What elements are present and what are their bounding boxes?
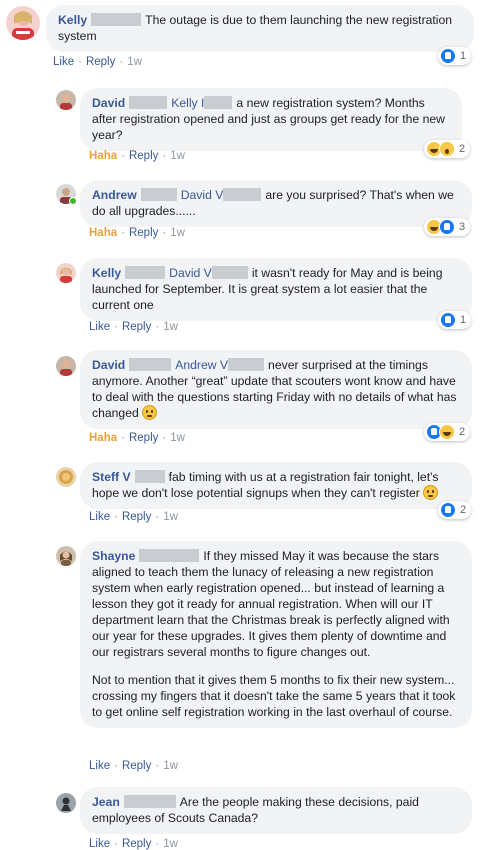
reaction-count: 2 [459,426,466,438]
redacted-name [125,266,166,279]
like-button[interactable]: Like [89,760,110,772]
haha-reaction-button[interactable]: Haha [89,150,117,162]
comment-bubble: David Andrew Vnever surprised at the timi… [80,350,472,429]
redacted-name [129,358,172,371]
grimace-emoji-icon [142,405,158,420]
avatar[interactable] [56,90,76,110]
reply-button[interactable]: Reply [129,150,158,162]
comment-bubble: Jean Are the people making these decision… [80,787,472,834]
comment-bubble: David Kelly Ia new registration system? M… [80,88,462,151]
avatar[interactable] [56,263,76,283]
comment-bubble: Kelly The outage is due to them launching… [46,5,474,52]
timestamp[interactable]: 1w [170,150,185,162]
redacted-name [123,795,176,808]
like-reaction-icon [440,312,456,328]
redacted-name [129,96,168,109]
haha-reaction-button[interactable]: Haha [89,432,117,444]
comment-actions: Like · Reply · 1w [89,511,178,523]
reaction-count: 1 [460,314,467,326]
reaction-summary[interactable]: 3 [424,218,471,236]
like-reaction-icon [440,502,456,518]
timestamp[interactable]: 1w [163,511,178,523]
comment-bubble: Kelly David Vit wasn't ready for May and … [80,258,472,321]
timestamp[interactable]: 1w [170,227,185,239]
reaction-count: 3 [459,221,466,233]
comment-author[interactable]: Andrew [92,188,137,202]
timestamp[interactable]: 1w [170,432,185,444]
comment-text: If they missed May it was because the st… [92,549,450,659]
redacted-name [91,13,142,26]
mention-link[interactable]: Andrew V [175,358,228,372]
comment-actions: Like · Reply · 1w [89,760,178,772]
mention-link[interactable]: Kelly I [171,96,204,110]
mention-link[interactable]: David V [181,188,224,202]
comment-author[interactable]: David [92,96,125,110]
redacted-name [140,188,177,201]
redacted-name [223,188,262,201]
comment-author[interactable]: Steff V [92,470,131,484]
comment-author[interactable]: David [92,358,125,372]
reaction-count: 1 [460,50,467,62]
avatar[interactable] [56,793,76,813]
redacted-name [228,358,265,371]
like-button[interactable]: Like [89,838,110,850]
like-reaction-icon [440,48,456,64]
redacted-name [204,96,233,109]
reaction-summary[interactable]: 2 [424,140,471,158]
timestamp[interactable]: 1w [127,56,142,68]
redacted-name [134,470,165,483]
comment-author[interactable]: Shayne [92,549,135,563]
online-status-indicator [69,197,77,205]
timestamp[interactable]: 1w [163,321,178,333]
avatar[interactable] [56,546,76,566]
reply-button[interactable]: Reply [86,56,115,68]
like-button[interactable]: Like [53,56,74,68]
comment-text-paragraph-2: Not to mention that it gives them 5 mont… [92,673,456,719]
comment-bubble: Andrew David Vare you surprised? That's w… [80,180,472,227]
comment-actions: Like · Reply · 1w [89,321,178,333]
reply-button[interactable]: Reply [129,227,158,239]
comment-author[interactable]: Jean [92,795,120,809]
comment-actions: Haha · Reply · 1w [89,150,185,162]
reply-button[interactable]: Reply [122,511,151,523]
avatar[interactable] [56,356,76,376]
like-reaction-icon [439,219,455,235]
haha-reaction-button[interactable]: Haha [89,227,117,239]
like-button[interactable]: Like [89,511,110,523]
avatar[interactable] [6,6,40,40]
reaction-summary[interactable]: 1 [438,311,472,329]
reaction-count: 2 [459,143,466,155]
timestamp[interactable]: 1w [163,760,178,772]
like-button[interactable]: Like [89,321,110,333]
haha-reaction-icon [439,424,455,440]
comment-actions: Like · Reply · 1w [53,56,142,68]
comment-actions: Haha · Reply · 1w [89,227,185,239]
comment-actions: Like · Reply · 1w [89,838,178,850]
redacted-name [211,266,248,279]
reaction-count: 2 [460,504,467,516]
timestamp[interactable]: 1w [163,838,178,850]
reaction-summary[interactable]: 2 [424,423,471,441]
confused-emoji-icon [423,485,439,500]
reaction-summary[interactable]: 2 [438,501,472,519]
comment-bubble: Shayne If they missed May it was because … [80,541,472,728]
comment-author[interactable]: Kelly [92,266,121,280]
wow-reaction-icon [439,141,455,157]
comment-author[interactable]: Kelly [58,13,87,27]
avatar[interactable] [56,467,76,487]
comment-bubble: Steff Vfab timing with us at a registrat… [80,462,472,509]
comment-actions: Haha · Reply · 1w [89,432,185,444]
reaction-summary[interactable]: 1 [438,47,472,65]
mention-link[interactable]: David V [169,266,212,280]
reply-button[interactable]: Reply [122,838,151,850]
reply-button[interactable]: Reply [129,432,158,444]
redacted-name [139,549,200,562]
reply-button[interactable]: Reply [122,760,151,772]
reply-button[interactable]: Reply [122,321,151,333]
